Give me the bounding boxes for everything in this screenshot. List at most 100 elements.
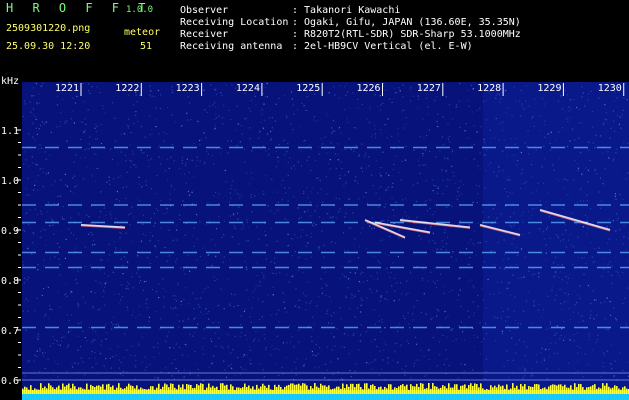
burst-bar: [596, 388, 598, 394]
burst-bar: [50, 385, 52, 394]
burst-bar: [382, 389, 384, 394]
burst-bar: [248, 385, 250, 394]
burst-bar: [298, 383, 300, 394]
burst-bar: [128, 383, 130, 394]
burst-bar: [232, 386, 234, 394]
burst-bar: [166, 384, 168, 394]
burst-bar: [556, 385, 558, 394]
burst-bar: [458, 389, 460, 394]
burst-bar: [406, 384, 408, 394]
burst-bar: [234, 389, 236, 394]
burst-bar: [302, 383, 304, 394]
burst-bar: [150, 386, 152, 394]
burst-bar: [304, 383, 306, 394]
y-tick-label: 1.1: [1, 126, 19, 137]
burst-bar: [392, 389, 394, 394]
burst-bar: [324, 385, 326, 394]
burst-bar: [320, 383, 322, 394]
burst-bar: [572, 389, 574, 394]
burst-bar: [26, 387, 28, 394]
y-tick-label: 1.0: [1, 176, 19, 187]
burst-bar: [614, 385, 616, 394]
burst-bar: [340, 388, 342, 394]
burst-bar: [226, 384, 228, 394]
burst-bar: [94, 387, 96, 394]
burst-bar: [622, 387, 624, 394]
burst-bar: [540, 389, 542, 394]
burst-bar: [206, 387, 208, 394]
burst-bar: [132, 386, 134, 394]
burst-bar: [238, 387, 240, 394]
burst-bar: [198, 385, 200, 394]
burst-bar: [332, 388, 334, 394]
burst-bar: [344, 388, 346, 394]
burst-bar: [318, 387, 320, 394]
burst-bar: [446, 388, 448, 394]
burst-bar: [466, 388, 468, 394]
burst-bar: [272, 389, 274, 394]
burst-bar: [28, 389, 30, 394]
burst-bar: [286, 385, 288, 394]
burst-bar: [456, 384, 458, 394]
burst-bar: [610, 388, 612, 394]
burst-bar: [188, 384, 190, 394]
burst-bar: [222, 383, 224, 394]
burst-bar: [42, 387, 44, 394]
burst-bar: [440, 387, 442, 394]
burst-bar: [134, 388, 136, 394]
burst-bar: [346, 384, 348, 394]
burst-bar: [296, 384, 298, 394]
burst-bar: [22, 388, 24, 394]
burst-bar: [250, 388, 252, 394]
burst-bar: [314, 383, 316, 394]
burst-bar: [176, 389, 178, 394]
x-tick-label: 1227: [417, 83, 441, 94]
burst-bar: [510, 388, 512, 394]
burst-bar: [192, 388, 194, 394]
burst-bar: [402, 384, 404, 394]
burst-bar: [290, 383, 292, 394]
burst-bar: [312, 388, 314, 394]
burst-bar: [214, 387, 216, 394]
burst-bar: [270, 389, 272, 394]
burst-bar: [34, 388, 36, 394]
burst-bar: [204, 389, 206, 394]
burst-bar: [178, 384, 180, 394]
burst-bar: [306, 385, 308, 394]
burst-bar: [348, 386, 350, 394]
burst-bar: [164, 383, 166, 394]
burst-bar: [488, 389, 490, 394]
burst-bar: [472, 385, 474, 394]
burst-bar: [160, 388, 162, 394]
burst-bar: [144, 389, 146, 394]
burst-bar: [578, 383, 580, 394]
burst-bar: [564, 384, 566, 394]
burst-bar: [156, 387, 158, 394]
burst-bar: [414, 386, 416, 394]
burst-bar: [338, 386, 340, 394]
burst-bar: [408, 389, 410, 394]
x-tick-label: 1222: [115, 83, 139, 94]
burst-bar: [452, 387, 454, 394]
burst-bar: [56, 387, 58, 394]
burst-bar: [430, 388, 432, 394]
burst-bar: [170, 383, 172, 394]
burst-bar: [354, 387, 356, 394]
burst-bar: [462, 385, 464, 394]
burst-bar: [378, 387, 380, 394]
burst-bar: [364, 383, 366, 394]
burst-bar: [80, 387, 82, 394]
burst-bar: [228, 389, 230, 394]
burst-bar: [148, 388, 150, 394]
burst-bar: [292, 383, 294, 394]
y-tick-label: 0.6: [1, 376, 19, 387]
burst-bar: [154, 389, 156, 394]
burst-bar: [470, 383, 472, 394]
burst-bar: [258, 388, 260, 394]
burst-bar: [608, 386, 610, 394]
burst-bar: [598, 387, 600, 394]
x-tick-label: 1226: [357, 83, 381, 94]
burst-bar: [152, 386, 154, 394]
burst-bar: [326, 386, 328, 394]
burst-bar: [460, 385, 462, 394]
